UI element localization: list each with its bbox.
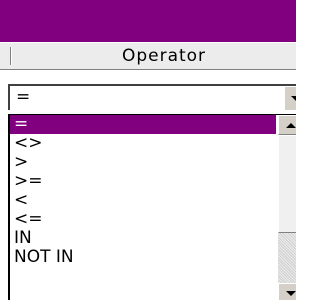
- operator-option-greater-than[interactable]: >: [10, 153, 276, 172]
- operator-option-equals[interactable]: =: [10, 115, 276, 134]
- operator-list[interactable]: = <> > >= < <= IN NOT IN: [8, 114, 296, 300]
- operator-option-less-than[interactable]: <: [10, 191, 276, 210]
- column-header-label: Operator: [121, 46, 207, 66]
- scroll-down-button[interactable]: [278, 283, 296, 300]
- title-bar: [0, 0, 296, 42]
- dropdown-button[interactable]: [284, 86, 296, 110]
- operator-option-not-equal[interactable]: <>: [10, 134, 276, 153]
- operator-combobox[interactable]: =: [8, 84, 296, 110]
- scroll-track[interactable]: [278, 233, 296, 283]
- chevron-down-icon: [291, 96, 296, 101]
- arrow-up-icon: [286, 123, 296, 128]
- scroll-thumb[interactable]: [278, 135, 296, 233]
- operator-option-in[interactable]: IN: [10, 229, 276, 248]
- column-header[interactable]: Operator: [0, 42, 296, 70]
- operator-combobox-value: =: [16, 87, 31, 107]
- operator-option-greater-or-equal[interactable]: >=: [10, 172, 276, 191]
- operator-editor-window: Operator = = <> > >= < <= IN NOT IN: [0, 0, 296, 300]
- operator-option-not-in[interactable]: NOT IN: [10, 248, 276, 267]
- arrow-down-icon: [286, 291, 296, 296]
- operator-option-less-or-equal[interactable]: <=: [10, 210, 276, 229]
- scroll-up-button[interactable]: [278, 115, 296, 135]
- list-scrollbar[interactable]: [278, 115, 296, 300]
